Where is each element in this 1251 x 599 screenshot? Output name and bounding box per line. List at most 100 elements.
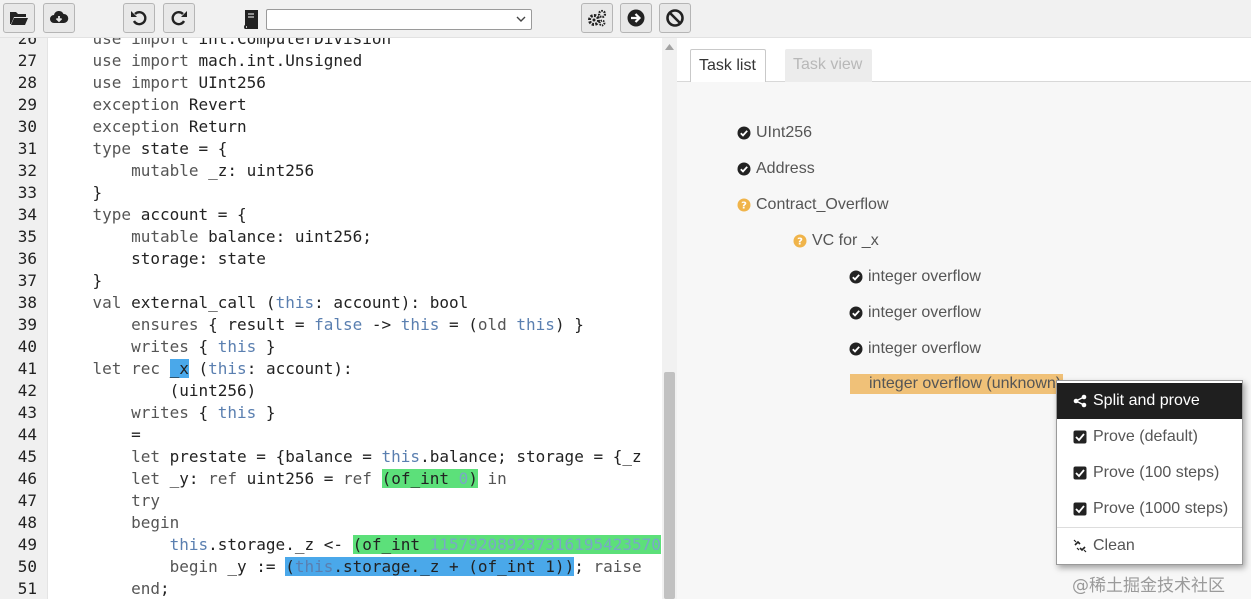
download-button[interactable] [43,3,75,33]
undo-icon [131,11,147,26]
code-line[interactable]: 41 let rec _x (this: account): [0,358,662,380]
check-circle-icon [737,126,751,140]
menu-item-prove-100-steps[interactable]: Prove (100 steps) [1057,455,1242,491]
tree-node[interactable]: ? Contract_Overflow [737,194,889,216]
code-editor[interactable]: 26 use import int.ComputerDivision 27 use… [0,38,677,599]
code-line[interactable]: 46 let _y: ref uint256 = ref (of_int 0) … [0,468,662,490]
code-line[interactable]: 43 writes { this } [0,402,662,424]
line-number: 31 [17,139,37,158]
code-line[interactable]: 35 mutable balance: uint256; [0,226,662,248]
undo-button[interactable] [123,3,155,33]
code-text: begin _y := (this.storage._z + (of_int 1… [169,557,642,576]
menu-item-prove-1000-steps[interactable]: Prove (1000 steps) [1057,491,1242,527]
run-button[interactable] [620,3,652,33]
line-number: 39 [17,315,37,334]
tree-node[interactable]: ? VC for _x [793,230,879,252]
code-line[interactable]: 40 writes { this } [0,336,662,358]
gears-icon [588,9,607,27]
code-line[interactable]: 50 begin _y := (this.storage._z + (of_in… [0,556,662,578]
tree-node[interactable]: integer overflow [849,302,981,324]
code-line[interactable]: 29 exception Revert [0,94,662,116]
tree-node-label: integer overflow (unknown) [869,375,1062,392]
code-text: this.storage._z <- (of_int 1157920892373… [169,535,661,554]
code-text: } [54,271,103,290]
line-number: 32 [17,161,37,180]
menu-item-label: Prove (1000 steps) [1093,500,1229,517]
code-line[interactable]: 28 use import UInt256 [0,72,662,94]
line-number: 26 [17,38,37,48]
tree-node-label: integer overflow [868,268,981,285]
line-number: 36 [17,249,37,268]
menu-item-label: Prove (default) [1093,428,1198,445]
menu-item-prove-default[interactable]: Prove (default) [1057,419,1242,455]
stop-button[interactable] [659,3,691,33]
tree-node[interactable]: integer overflow [849,266,981,288]
code-text: storage: state [54,249,266,268]
code-text: mutable balance: uint256; [131,227,372,246]
context-menu: Split and prove Prove (default) Prove (1… [1056,380,1243,565]
code-line[interactable]: 48 begin [0,512,662,534]
code-text: (uint256) [54,381,257,400]
check-circle-icon [849,270,863,284]
tree-node[interactable]: integer overflow (unknown) [850,374,1064,394]
line-number: 35 [17,227,37,246]
line-number: 51 [17,579,37,598]
menu-item-clean[interactable]: Clean [1057,527,1242,563]
code-line[interactable]: 32 mutable _z: uint256 [0,160,662,182]
code-text: val external_call (this: account): bool [92,293,469,312]
check-circle-icon [849,342,863,356]
code-line[interactable]: 27 use import mach.int.Unsigned [0,50,662,72]
code-line[interactable]: 37 } [0,270,662,292]
line-number: 41 [17,359,37,378]
code-line[interactable]: 38 val external_call (this: account): bo… [0,292,662,314]
code-text: = [54,425,141,444]
ban-icon [666,9,684,27]
code-line[interactable]: 34 type account = { [0,204,662,226]
folder-open-icon [10,12,28,25]
line-number: 47 [17,491,37,510]
settings-button[interactable] [581,3,613,33]
code-line[interactable]: 42 (uint256) [0,380,662,402]
code-text: writes { this } [131,337,276,356]
code-line[interactable]: 39 ensures { result = false -> this = (o… [0,314,662,336]
editor-scrollbar-thumb[interactable] [664,372,675,599]
share-nodes-icon [1073,394,1087,408]
code-text: } [54,183,103,202]
line-number: 28 [17,73,37,92]
checkbox-icon [1073,430,1087,444]
code-line[interactable]: 49 this.storage._z <- (of_int 1157920892… [0,534,662,556]
code-line[interactable]: 26 use import int.ComputerDivision [0,38,662,50]
tree-node[interactable]: UInt256 [737,122,812,144]
menu-item-split-and-prove[interactable]: Split and prove [1057,383,1242,419]
svg-text:?: ? [797,237,803,248]
check-circle-icon [849,306,863,320]
code-area[interactable]: 26 use import int.ComputerDivision 27 use… [0,38,662,599]
code-line[interactable]: 45 let prestate = {balance = this.balanc… [0,446,662,468]
file-select[interactable] [266,9,532,30]
line-number: 33 [17,183,37,202]
code-line[interactable]: 30 exception Return [0,116,662,138]
code-line[interactable]: 33 } [0,182,662,204]
redo-button[interactable] [163,3,195,33]
code-line[interactable]: 31 type state = { [0,138,662,160]
tree-node[interactable]: Address [737,158,815,180]
code-text: begin [131,513,180,532]
tree-node[interactable]: integer overflow [849,338,981,360]
code-line[interactable]: 44 = [0,424,662,446]
open-folder-button[interactable] [3,3,35,33]
cloud-download-icon [50,10,69,23]
menu-item-label: Split and prove [1093,392,1200,409]
code-line[interactable]: 36 storage: state [0,248,662,270]
tree-node-label: integer overflow [868,304,981,321]
check-circle-icon [737,162,751,176]
code-line[interactable]: 47 try [0,490,662,512]
question-circle-icon: ? [793,234,807,248]
code-line[interactable]: 51 end; [0,578,662,599]
unlink-icon [1073,539,1087,552]
line-number: 34 [17,205,37,224]
line-number: 38 [17,293,37,312]
tab-task-list[interactable]: Task list [690,49,766,83]
scroll-up-arrow-icon[interactable] [665,43,674,50]
code-text: try [131,491,160,510]
tab-task-view[interactable]: Task view [785,49,872,83]
